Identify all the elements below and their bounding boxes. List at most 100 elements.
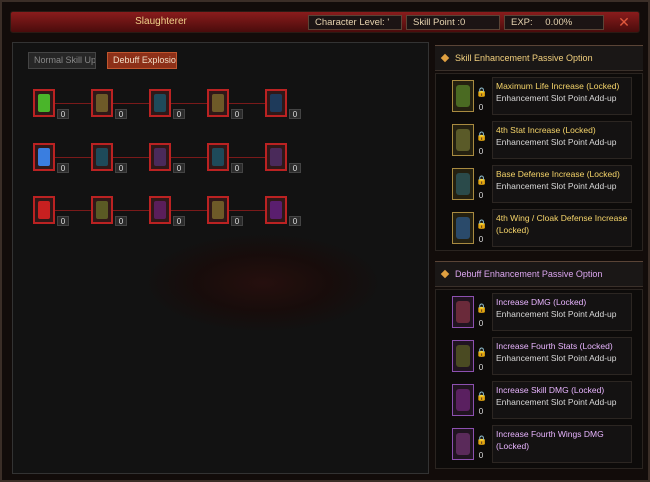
passive-option[interactable]: 🔒 0 4th Stat Increase (Locked) Enhancement … [436,121,644,163]
skill-icon [38,148,50,166]
skill-node[interactable] [91,143,113,171]
skill-node[interactable] [207,143,229,171]
lock-icon: 🔒 [476,391,488,401]
option-description: Increase DMG (Locked) Enhancement Slot Po… [492,293,632,331]
skill-node[interactable] [207,196,229,224]
skill-icon [38,201,50,219]
skill-icon [270,94,282,112]
lock-icon: 🔒 [476,303,488,313]
skill-node[interactable] [149,196,171,224]
lock-icon: 🔒 [476,219,488,229]
diamond-icon [440,269,450,279]
skill-node[interactable] [149,89,171,117]
skill-enhancement-window: Slaughterer Character Level: ' Skill Poi… [0,0,650,482]
claw-purple-icon [452,384,474,416]
skill-node-count: 0 [115,109,127,119]
lock-icon: 🔒 [476,175,488,185]
lock-icon: 🔒 [476,435,488,445]
skill-node-count: 0 [231,163,243,173]
option-description: Increase Fourth Stats (Locked) Enhancemen… [492,337,632,375]
option-count: 0 [478,407,484,416]
skill-link [113,103,149,104]
skill-node[interactable] [265,89,287,117]
lock-icon: 🔒 [476,131,488,141]
skill-link [55,157,91,158]
skill-node-count: 0 [289,163,301,173]
option-title: Increase Fourth Wings DMG (Locked) [496,429,604,451]
option-title: Maximum Life Increase (Locked) [496,81,620,91]
skill-node[interactable] [149,143,171,171]
skill-icon [96,148,108,166]
skill-icon [154,94,166,112]
option-count: 0 [478,147,484,156]
skill-icon [270,201,282,219]
tab-normal-skill-upgrade[interactable]: Normal Skill Upgr [28,52,96,69]
character-level: Character Level: ' [308,15,402,30]
close-icon[interactable]: ✕ [617,15,631,29]
option-count: 0 [478,235,484,244]
skill-node-count: 0 [115,216,127,226]
claw-red-icon [452,296,474,328]
skill-node[interactable] [265,196,287,224]
option-title: 4th Stat Increase (Locked) [496,125,596,135]
debuff-enhancement-header: Debuff Enhancement Passive Option [435,261,643,287]
option-symbol [456,129,470,151]
skill-node-count: 0 [115,163,127,173]
skill-node[interactable] [207,89,229,117]
skill-node-count: 0 [57,163,69,173]
option-subtitle: Enhancement Slot Point Add-up [496,137,617,147]
option-description: Increase Skill DMG (Locked) Enhancement S… [492,381,632,419]
passive-option[interactable]: 🔒 0 Increase Fourth Wings DMG (Locked) [436,425,644,467]
skill-icon [270,148,282,166]
skill-node-count: 0 [231,109,243,119]
option-count: 0 [478,363,484,372]
option-title: Increase Fourth Stats (Locked) [496,341,613,351]
lock-icon: 🔒 [476,87,488,97]
option-title: Increase DMG (Locked) [496,297,587,307]
skill-node[interactable] [91,196,113,224]
skill-icon [96,201,108,219]
skill-node[interactable] [33,89,55,117]
option-symbol [456,301,470,323]
skill-enhancement-header: Skill Enhancement Passive Option [435,45,643,71]
exp-display: EXP: 0.00% [504,15,604,30]
title-bar: Slaughterer Character Level: ' Skill Poi… [10,11,640,33]
option-symbol [456,85,470,107]
passive-option[interactable]: 🔒 0 Increase Fourth Stats (Locked) Enhancem… [436,337,644,379]
option-subtitle: Enhancement Slot Point Add-up [496,397,617,407]
option-subtitle: Enhancement Slot Point Add-up [496,353,617,363]
skill-icon [212,201,224,219]
skill-enhancement-list: 🔒 0 Maximum Life Increase (Locked) Enhancem… [435,73,643,251]
skill-link [113,210,149,211]
skill-link [229,210,265,211]
skill-node[interactable] [91,89,113,117]
skill-node-count: 0 [173,109,185,119]
skill-node[interactable] [33,143,55,171]
tab-debuff-explosion[interactable]: Debuff Explosion [107,52,177,69]
option-description: 4th Stat Increase (Locked) Enhancement Sl… [492,121,632,159]
skill-icon [212,148,224,166]
passive-options-panel: Skill Enhancement Passive Option 🔒 0 Maxim… [435,42,643,476]
skill-point: Skill Point :0 [406,15,500,30]
skill-tree-panel: Normal Skill Upgr Debuff Explosion 0 0 0 0 0… [12,42,429,474]
option-count: 0 [478,191,484,200]
skill-link [171,103,207,104]
skill-node-count: 0 [289,216,301,226]
skill-node-count: 0 [173,163,185,173]
skill-node-count: 0 [57,109,69,119]
option-subtitle: Enhancement Slot Point Add-up [496,93,617,103]
claw-olive-icon [452,340,474,372]
passive-option[interactable]: 🔒 0 4th Wing / Cloak Defense Increase (Loc… [436,209,644,251]
passive-option[interactable]: 🔒 0 Base Defense Increase (Locked) Enhancem… [436,165,644,207]
passive-option[interactable]: 🔒 0 Increase DMG (Locked) Enhancement Slot … [436,293,644,335]
option-title: 4th Wing / Cloak Defense Increase (Locke… [496,213,628,235]
passive-option[interactable]: 🔒 0 Maximum Life Increase (Locked) Enhancem… [436,77,644,119]
option-symbol [456,217,470,239]
scroll-olive-icon [452,124,474,156]
option-title: Base Defense Increase (Locked) [496,169,620,179]
option-subtitle: Enhancement Slot Point Add-up [496,181,617,191]
skill-link [55,210,91,211]
skill-node[interactable] [33,196,55,224]
skill-node[interactable] [265,143,287,171]
passive-option[interactable]: 🔒 0 Increase Skill DMG (Locked) Enhancement… [436,381,644,423]
